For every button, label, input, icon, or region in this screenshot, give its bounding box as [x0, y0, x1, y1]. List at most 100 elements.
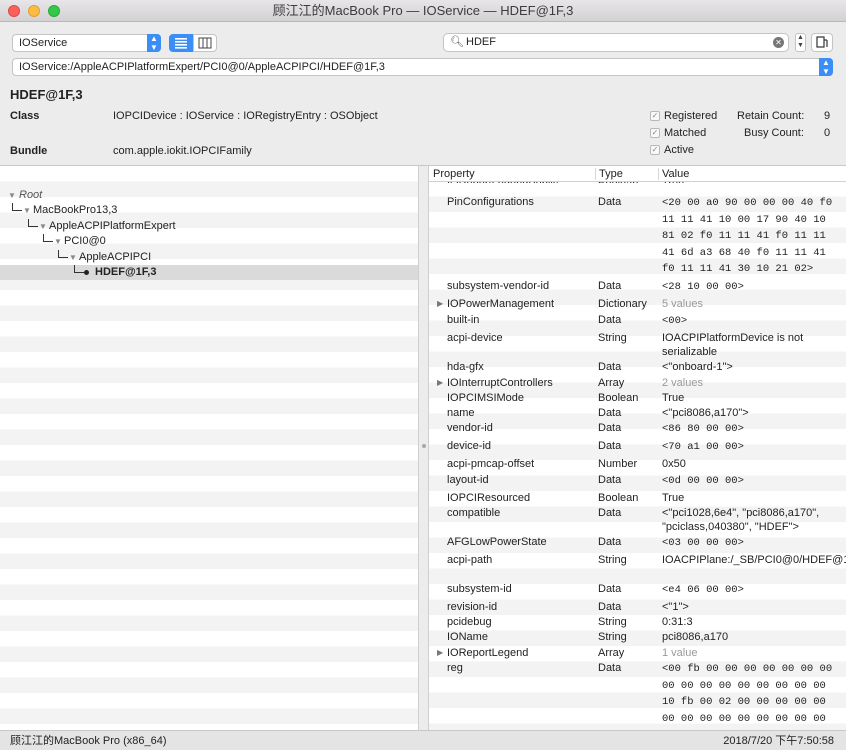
zoom-window-button[interactable] — [48, 5, 60, 17]
column-header-value[interactable]: Value — [662, 168, 689, 180]
property-row[interactable]: hda-gfx Data <"onboard-1"> — [429, 359, 846, 375]
minimize-window-button[interactable] — [28, 5, 40, 17]
property-row[interactable]: pcidebug String 0:31:3 — [429, 614, 846, 629]
toolbar: IOService ▲ ▼ 🔍︎ HDEF ✕ ▲ ▼ IOService:/App… — [0, 22, 846, 82]
property-row[interactable]: reg Data <00 fb 00 00 00 00 00 00 00 00 00… — [429, 660, 846, 726]
column-view-icon — [198, 37, 212, 49]
property-row[interactable]: compatible Data <"pci1028,6e4", "pci8086,a… — [429, 505, 846, 534]
property-value: <70 a1 00 00> — [662, 441, 744, 453]
disclosure-triangle-icon[interactable]: ▶ — [437, 376, 443, 390]
search-field[interactable]: 🔍︎ HDEF ✕ — [443, 33, 789, 52]
property-row[interactable]: IOPCIResourced Boolean True — [429, 490, 846, 505]
property-row[interactable]: ▶ IOReportLegend Array 1 value — [429, 645, 846, 660]
split-view-divider[interactable] — [419, 166, 429, 730]
title-bar: 顾江江的MacBook Pro — IOService — HDEF@1F,3 — [0, 0, 846, 22]
property-value: 1 value — [662, 647, 698, 659]
property-key: acpi-device — [447, 332, 503, 344]
search-input[interactable]: HDEF — [466, 36, 496, 48]
property-row[interactable]: subsystem-id Data <e4 06 00 00> — [429, 581, 846, 599]
path-selector[interactable]: IOService:/AppleACPIPlatformExpert/PCI0@… — [12, 58, 833, 76]
property-row[interactable]: device-id Data <70 a1 00 00> — [429, 438, 846, 456]
clear-search-icon[interactable]: ✕ — [773, 37, 784, 48]
property-key: IOInterruptControllers — [447, 377, 553, 389]
tree-item[interactable]: ▼ AppleACPIPlatformExpert — [0, 219, 418, 234]
registry-tree[interactable]: ▼ Root ▼ MacBookPro13,3 ▼ AppleACPIPlatformEx… — [0, 166, 419, 730]
disclosure-triangle-icon[interactable]: ▶ — [437, 297, 443, 311]
search-stepper[interactable]: ▲ ▼ — [795, 33, 806, 52]
tree-item[interactable]: ▼ PCI0@0 — [0, 234, 418, 249]
property-value: 0x50 — [662, 458, 686, 470]
tree-item[interactable]: ▼ AppleACPIPCI — [0, 250, 418, 265]
property-key: IOName — [447, 631, 488, 643]
property-value: <00 fb 00 00 00 00 00 00 00 00 00 00 00 … — [662, 663, 839, 725]
property-type: Data — [598, 280, 622, 292]
property-row[interactable]: revision-id Data <"1"> — [429, 599, 846, 614]
property-value: 2 values — [662, 377, 703, 389]
property-value: IOACPIPlatformDevice is not serializable — [662, 332, 807, 358]
property-row[interactable]: layout-id Data <0d 00 00 00> — [429, 472, 846, 490]
updown-chevron-icon: ▲ ▼ — [147, 34, 161, 52]
property-row[interactable]: ▶ IOPowerManagement Dictionary 5 values — [429, 296, 846, 312]
tree-connector-icon — [43, 234, 53, 242]
inspector-toggle-button[interactable] — [811, 33, 833, 52]
property-type: Data — [598, 601, 622, 613]
property-key: compatible — [447, 507, 501, 519]
property-key: subsystem-id — [447, 583, 512, 595]
property-type: Dictionary — [598, 298, 647, 310]
list-view-icon — [175, 38, 187, 49]
property-type: Data — [598, 314, 622, 326]
disclosure-triangle-icon[interactable]: ▶ — [437, 646, 443, 660]
retain-count-value: 9 — [824, 110, 831, 122]
property-row[interactable]: IOPCIMSIMode Boolean True — [429, 390, 846, 405]
properties-table[interactable]: Property Type Value IOReportLegendPublic… — [429, 166, 846, 730]
disclosure-triangle-icon[interactable]: ▼ — [69, 250, 77, 265]
property-row[interactable]: subsystem-vendor-id Data <28 10 00 00> — [429, 278, 846, 296]
tree-item[interactable]: HDEF@1F,3 — [0, 265, 418, 280]
property-value: <28 10 00 00> — [662, 281, 744, 293]
object-info-panel: HDEF@1F,3 Class IOPCIDevice : IOService … — [0, 82, 846, 166]
plane-selector[interactable]: IOService ▲ ▼ — [12, 34, 161, 52]
disclosure-triangle-icon[interactable]: ▼ — [23, 203, 31, 218]
property-row[interactable]: PinConfigurations Data <20 00 a0 90 00 00 … — [429, 194, 846, 278]
property-value: IOACPIPlane:/_SB/PCI0@0/HDEF@1f0003 — [662, 554, 846, 566]
property-value: <"pci8086,a170"> — [662, 407, 749, 419]
table-header: Property Type Value — [429, 166, 846, 182]
active-checkbox: ✓ — [650, 145, 660, 155]
tree-item-label: Root — [19, 189, 43, 201]
property-type: String — [598, 332, 627, 344]
tree-item[interactable]: ▼ MacBookPro13,3 — [0, 203, 418, 218]
property-row[interactable]: built-in Data <00> — [429, 312, 846, 330]
inspector-icon — [816, 36, 828, 48]
property-type: Data — [598, 196, 622, 208]
updown-chevron-icon: ▲ ▼ — [819, 58, 833, 76]
property-row[interactable]: name Data <"pci8086,a170"> — [429, 405, 846, 420]
property-type: Boolean — [598, 392, 639, 404]
column-view-button[interactable] — [193, 34, 217, 52]
tree-connector-icon — [74, 265, 84, 273]
property-type: Data — [598, 507, 622, 519]
property-key: acpi-path — [447, 554, 493, 566]
disclosure-triangle-icon[interactable]: ▼ — [54, 234, 62, 249]
column-header-property[interactable]: Property — [433, 168, 475, 180]
object-title: HDEF@1F,3 — [10, 87, 83, 102]
tree-item-label: MacBookPro13,3 — [33, 204, 118, 216]
property-row[interactable]: acpi-device String IOACPIPlatformDevice is… — [429, 330, 846, 359]
property-row[interactable]: acpi-path String IOACPIPlane:/_SB/PCI0@0/H… — [429, 552, 846, 581]
matched-label: Matched — [664, 127, 707, 139]
property-key: IOPCIMSIMode — [447, 392, 525, 404]
disclosure-triangle-icon[interactable]: ▼ — [39, 219, 47, 234]
property-value: <86 80 00 00> — [662, 423, 744, 435]
property-row[interactable]: AFGLowPowerState Data <03 00 00 00> — [429, 534, 846, 552]
property-value: True — [662, 492, 685, 504]
property-row[interactable]: vendor-id Data <86 80 00 00> — [429, 420, 846, 438]
status-timestamp: 2018/7/20 下午7:50:58 — [723, 735, 834, 747]
close-window-button[interactable] — [8, 5, 20, 17]
column-header-type[interactable]: Type — [599, 168, 623, 180]
tree-item[interactable]: ▼ Root — [0, 188, 418, 203]
property-row[interactable]: ▶ IOInterruptControllers Array 2 values — [429, 375, 846, 390]
disclosure-triangle-icon[interactable]: ▼ — [8, 188, 16, 203]
property-row[interactable]: IOName String pci8086,a170 — [429, 629, 846, 645]
list-view-button[interactable] — [169, 34, 193, 52]
property-row[interactable]: acpi-pmcap-offset Number 0x50 — [429, 456, 846, 472]
registered-checkbox: ✓ — [650, 111, 660, 121]
